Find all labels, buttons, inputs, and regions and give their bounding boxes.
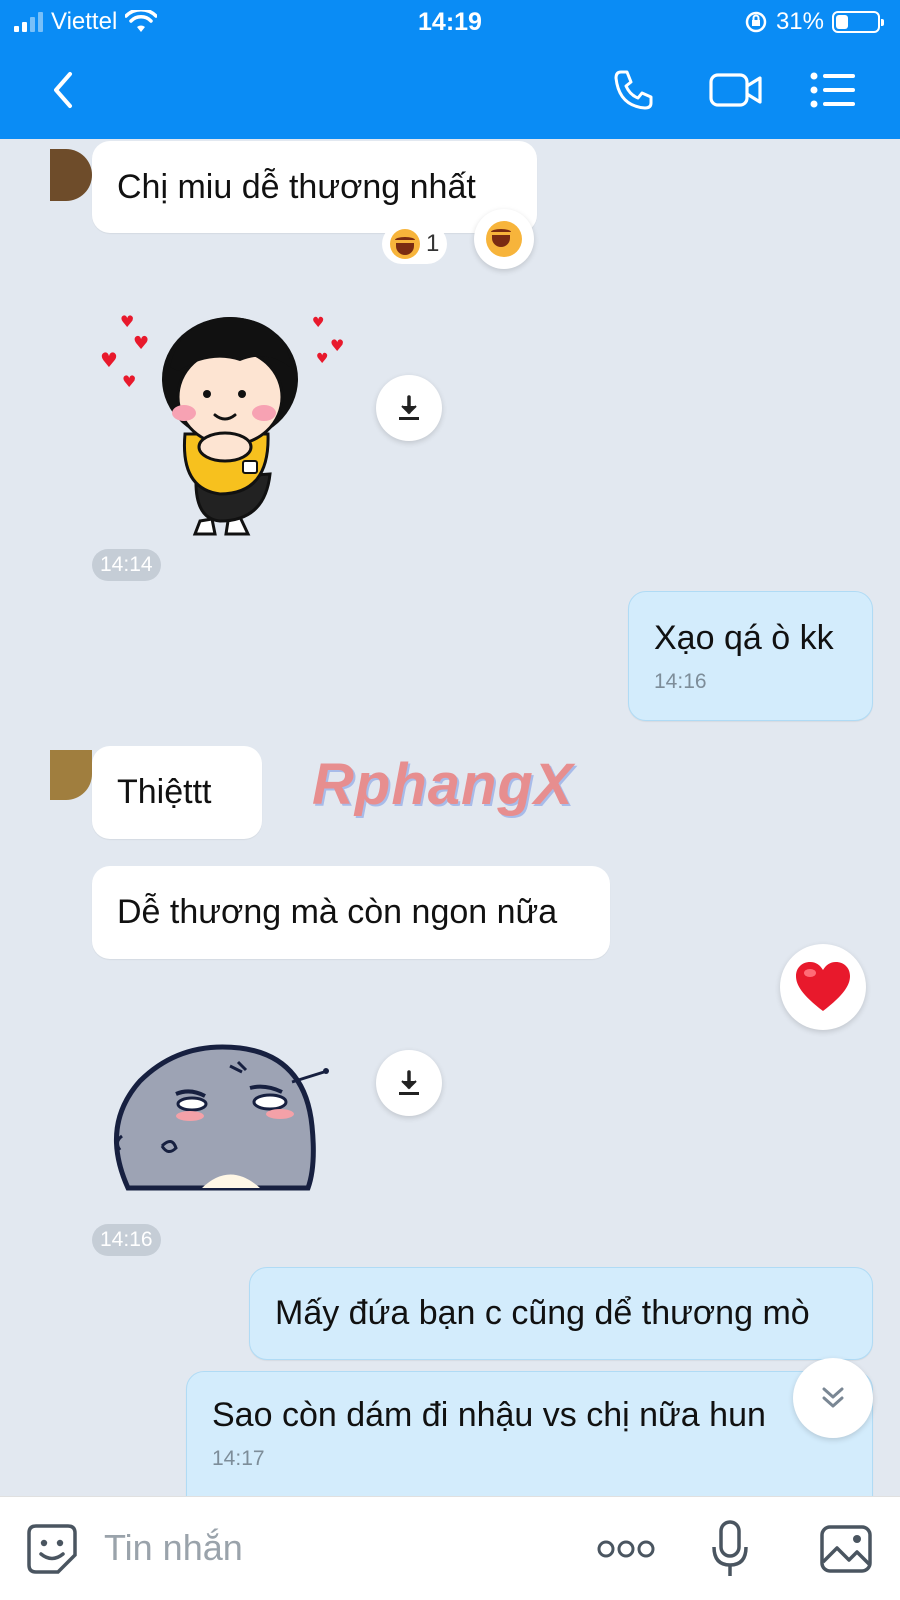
nav-bar (0, 60, 900, 120)
message-text: Dễ thương mà còn ngon nữa (117, 893, 558, 931)
sticker-grey-blob[interactable] (110, 1036, 340, 1206)
emoji-sticker-icon (27, 1524, 77, 1574)
more-dots-icon (597, 1540, 655, 1558)
svg-text:♥: ♥ (316, 351, 329, 367)
battery-icon (832, 11, 884, 33)
download-icon (399, 1070, 419, 1095)
incoming-message[interactable]: Chị miu dễ thương nhất (92, 141, 537, 233)
scroll-to-bottom-button[interactable] (793, 1358, 873, 1438)
battery-percent: 31% (775, 8, 824, 35)
message-text: Chị miu dễ thương nhất (117, 167, 476, 206)
incoming-message[interactable]: Thiệttt (92, 746, 262, 839)
video-call-button[interactable] (707, 68, 765, 112)
phone-icon (614, 70, 653, 110)
status-bar: Viettel 14:19 31% (0, 0, 900, 46)
avatar[interactable] (50, 149, 92, 201)
outgoing-message[interactable]: Mấy đứa bạn c cũng dể thương mò (249, 1267, 873, 1360)
outgoing-message[interactable]: Xạo qá ò kk 14:16 (628, 591, 873, 721)
watermark-logo: RphangX (312, 752, 574, 817)
message-text: Sao còn dám đi nhậu vs chị nữa hun (212, 1396, 766, 1434)
avatar[interactable] (50, 750, 92, 800)
image-button[interactable] (818, 1521, 874, 1577)
timestamp: 14:14 (92, 549, 161, 581)
back-button[interactable] (38, 68, 88, 112)
list-menu-icon (810, 72, 855, 108)
status-right: 31% (744, 8, 884, 36)
chat-header: Viettel 14:19 31% (0, 0, 900, 139)
timestamp: 14:16 (92, 1224, 161, 1256)
incoming-message[interactable]: Dễ thương mà còn ngon nữa (92, 866, 610, 959)
more-button[interactable] (596, 1531, 656, 1567)
message-text: Xạo qá ò kk (654, 618, 834, 657)
message-input[interactable]: Tin nhắn (104, 1527, 243, 1569)
svg-text:♥: ♥ (120, 312, 134, 331)
message-list[interactable]: Chị miu dễ thương nhất 1 ♥ ♥ ♥ ♥ ♥ ♥ ♥ 1… (0, 139, 900, 1496)
heart-icon (796, 962, 850, 1011)
svg-text:♥: ♥ (100, 348, 118, 372)
heart-react-button[interactable] (780, 944, 866, 1030)
rotation-lock-icon (745, 11, 767, 33)
video-icon (709, 73, 762, 107)
message-time: 14:16 (654, 669, 707, 693)
download-icon (399, 395, 419, 420)
svg-text:♥: ♥ (330, 336, 344, 355)
menu-button[interactable] (808, 68, 858, 112)
message-text: Thiệttt (117, 773, 212, 811)
react-button[interactable] (474, 209, 534, 269)
download-button[interactable] (376, 375, 442, 441)
call-button[interactable] (608, 68, 658, 112)
reaction-summary[interactable]: 1 (382, 224, 448, 264)
laughing-emoji-icon (390, 229, 420, 259)
svg-text:♥: ♥ (122, 372, 136, 391)
sticker-button[interactable] (24, 1521, 80, 1577)
chevron-left-icon (54, 72, 72, 108)
message-time: 14:17 (212, 1447, 265, 1470)
svg-text:♥: ♥ (133, 333, 149, 354)
svg-text:♥: ♥ (312, 315, 325, 331)
image-gallery-icon (820, 1525, 872, 1573)
outgoing-message[interactable]: Sao còn dám đi nhậu vs chị nữa hun 14:17 (186, 1371, 873, 1496)
voice-button[interactable] (708, 1517, 752, 1581)
message-text: Mấy đứa bạn c cũng dể thương mò (275, 1294, 810, 1332)
reaction-count: 1 (426, 230, 440, 257)
double-chevron-down-icon (822, 1387, 844, 1408)
download-button[interactable] (376, 1050, 442, 1116)
microphone-icon (712, 1520, 748, 1576)
sticker-girl-hearts[interactable]: ♥ ♥ ♥ ♥ ♥ ♥ ♥ (100, 289, 360, 539)
laughing-emoji-icon (486, 221, 522, 257)
composer-bar: Tin nhắn (0, 1496, 900, 1600)
